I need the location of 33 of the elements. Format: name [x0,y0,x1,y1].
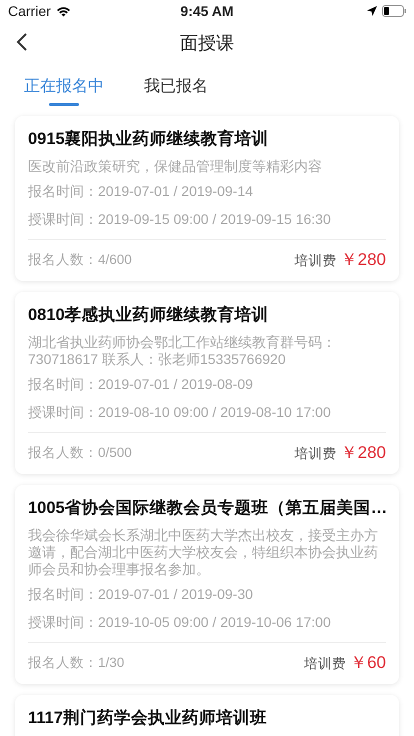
location-arrow-icon [366,6,377,16]
course-price: ￥280 [340,249,386,271]
course-title: 0810孝感执业药师继续教育培训 [28,304,270,326]
course-card[interactable]: 1117荆门药学会执业药师培训班 [15,695,399,736]
course-title: 1005省协会国际继教会员专题班（第五届美国… [28,498,386,519]
course-card[interactable]: 1005省协会国际继教会员专题班（第五届美国… 我会徐华斌会长系湖北中医药大学杰出校友，接受主办方邀请，配合湖北中医药大学校友会，特组织本协会执业药师会员和协会理事报名参加。 报名时间：2019-07-01 / 2019-09-30 授课时间：2019-10-05 09:00 / 2019-10-06 17:00 报名人数：1/30 培训费 ￥60 [15,485,399,684]
class-period: 授课时间：2019-10-05 09:00 / 2019-10-06 17:00 [28,614,332,632]
signup-period: 报名时间：2019-07-01 / 2019-09-30 [28,586,254,604]
class-period: 授课时间：2019-09-15 09:00 / 2019-09-15 16:30 [28,211,332,229]
course-price: ￥60 [350,652,386,674]
course-card[interactable]: 0915襄阳执业药师继续教育培训 医改前沿政策研究，保健品管理制度等精彩内容 报名时间：2019-07-01 / 2019-09-14 授课时间：2019-09-15 09:00 / 2019-09-15 16:30 报名人数：4/600 培训费 ￥280 [15,116,399,281]
course-title: 1117荆门药学会执业药师培训班 [28,708,268,729]
fee-label: 培训费 [294,445,337,463]
fee-label: 培训费 [304,655,346,673]
course-description: 湖北省执业药师协会鄂北工作站继续教育群号码：730718617 联系人：张老师15335766920 [28,334,337,368]
enrollment-count: 报名人数：1/30 [28,654,124,672]
class-period: 授课时间：2019-08-10 09:00 / 2019-08-10 17:00 [28,404,332,422]
enrollment-count: 报名人数：4/600 [28,250,132,268]
course-description: 医改前沿政策研究，保健品管理制度等精彩内容 [28,158,323,175]
battery-icon [382,5,406,17]
page-title: 面授课 [180,32,234,55]
signup-period: 报名时间：2019-07-01 / 2019-08-09 [28,376,254,394]
signup-period: 报名时间：2019-07-01 / 2019-09-14 [28,183,254,201]
enrollment-count: 报名人数：0/500 [28,444,132,462]
fee-label: 培训费 [294,252,337,270]
course-price: ￥280 [340,442,386,464]
course-card[interactable]: 0810孝感执业药师继续教育培训 湖北省执业药师协会鄂北工作站继续教育群号码：730718617 联系人：张老师15335766920 报名时间：2019-07-01 / 2019-08-09 授课时间：2019-08-10 09:00 / 2019-08-10 17:00 报名人数：0/500 培训费 ￥280 [15,292,399,474]
course-title: 0915襄阳执业药师继续教育培训 [28,128,270,150]
wifi-icon [56,6,71,16]
carrier-label: Carrier [8,3,51,19]
course-description: 我会徐华斌会长系湖北中医药大学杰出校友，接受主办方邀请，配合湖北中医药大学校友会，特组织本协会执业药师会员和协会理事报名参加。 [28,527,379,578]
tab[interactable]: 我已报名 [144,70,208,102]
clock-time: 9:45 AM [180,3,234,19]
